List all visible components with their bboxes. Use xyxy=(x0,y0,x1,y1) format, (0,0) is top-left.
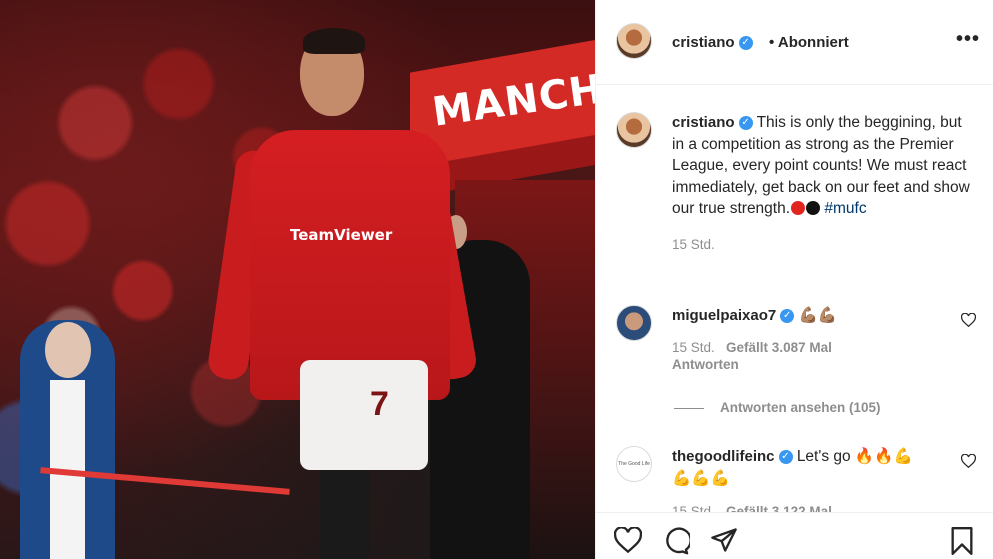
comment-text-block: miguelpaixao7 ✓ 💪🏽💪🏽 15 Std. Gefällt 3.08… xyxy=(672,305,972,373)
caption-username[interactable]: cristiano xyxy=(672,114,735,131)
comment-text: 💪🏽💪🏽 xyxy=(798,307,838,324)
comment-meta: 15 Std. Gefällt 3.087 Mal Antworten xyxy=(672,339,972,373)
comment-text-line2: 💪💪💪 xyxy=(672,469,730,487)
paper-plane-icon[interactable] xyxy=(710,527,738,558)
comment-meta: 15 Std. Gefällt 3.122 Mal xyxy=(672,501,972,512)
more-options-icon[interactable]: ••• xyxy=(956,28,980,51)
shorts-number: 7 xyxy=(370,385,389,423)
avatar-logo-text: The Good Life xyxy=(618,461,650,467)
separator: • xyxy=(769,34,775,51)
follow-status[interactable]: • Abonniert xyxy=(769,34,849,51)
comment-text-block: thegoodlifeinc ✓ Let's go 🔥🔥💪 💪💪💪 15 Std.… xyxy=(672,446,972,512)
comment-time: 15 Std. xyxy=(672,339,715,355)
comments-scroll-area[interactable]: cristiano ✓ This is only the beggining, b… xyxy=(596,86,993,512)
view-replies-label: Antworten ansehen (105) xyxy=(720,400,881,415)
header-username[interactable]: cristiano xyxy=(672,34,735,51)
post-photo[interactable]: MANCH TeamViewer 7 xyxy=(0,0,595,559)
header-user: cristiano ✓ xyxy=(672,34,753,51)
view-replies[interactable]: Antworten ansehen (105) xyxy=(674,400,881,415)
fan-head xyxy=(45,322,91,378)
caption-text-block: cristiano ✓ This is only the beggining, b… xyxy=(672,112,972,255)
player-hair xyxy=(303,28,365,54)
avatar[interactable] xyxy=(616,23,652,59)
player-shorts xyxy=(300,360,428,470)
heart-icon[interactable] xyxy=(960,312,977,330)
verified-badge-icon: ✓ xyxy=(738,115,753,130)
reply-button[interactable]: Antworten xyxy=(672,357,739,372)
comment-username[interactable]: miguelpaixao7 xyxy=(672,307,776,324)
post-header: cristiano ✓ • Abonniert ••• xyxy=(596,0,993,85)
follow-label: Abonniert xyxy=(777,34,849,51)
jersey-sponsor: TeamViewer xyxy=(290,226,393,244)
comment-likes[interactable]: Gefällt 3.087 Mal xyxy=(726,340,832,355)
verified-badge-icon: ✓ xyxy=(738,36,753,51)
avatar[interactable]: The Good Life xyxy=(616,446,652,482)
action-bar xyxy=(596,512,993,559)
verified-badge-icon: ✓ xyxy=(780,308,795,323)
comment-icon[interactable] xyxy=(662,527,692,559)
verified-badge-icon: ✓ xyxy=(778,449,793,464)
reply-line-divider xyxy=(674,407,704,409)
comment-text: Let's go 🔥🔥💪 xyxy=(796,448,913,465)
heart-icon[interactable] xyxy=(960,453,977,471)
heart-icon[interactable] xyxy=(613,526,643,558)
comment-likes[interactable]: Gefällt 3.122 Mal xyxy=(726,504,832,512)
avatar[interactable] xyxy=(616,305,652,341)
bookmark-icon[interactable] xyxy=(950,527,974,559)
avatar[interactable] xyxy=(616,112,652,148)
black-circle-emoji xyxy=(806,201,821,215)
hashtag-link[interactable]: #mufc xyxy=(824,200,866,217)
player-sock xyxy=(320,470,370,559)
comment-time: 15 Std. xyxy=(672,504,715,512)
caption-time: 15 Std. xyxy=(672,236,715,252)
red-circle-emoji xyxy=(791,201,806,215)
post-side-panel: cristiano ✓ • Abonniert ••• cristiano ✓ Th… xyxy=(595,0,993,559)
comment-username[interactable]: thegoodlifeinc xyxy=(672,448,775,465)
